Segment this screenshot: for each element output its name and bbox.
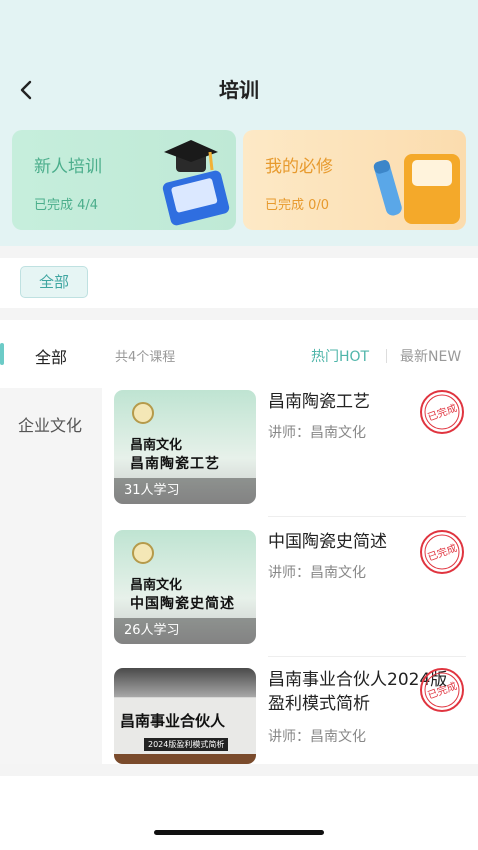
thumb-brand: 昌南文化 (130, 578, 183, 593)
thumb-title: 昌南陶瓷工艺 (130, 456, 220, 472)
new-hire-training-card[interactable]: 新人培训 已完成 4/4 (12, 130, 236, 230)
page-title: 培训 (219, 78, 259, 102)
completed-stamp-icon: 已完成 (420, 530, 464, 574)
selected-indicator (0, 343, 4, 365)
completed-stamp-icon: 已完成 (420, 390, 464, 434)
svg-text:已完成: 已完成 (426, 679, 459, 701)
logo-icon (132, 542, 154, 564)
sort-divider (386, 349, 387, 363)
logo-icon (132, 402, 154, 424)
course-thumbnail: 昌南文化 昌南陶瓷工艺 31人学习 (114, 390, 256, 504)
required-courses-card[interactable]: 我的必修 已完成 0/0 (243, 130, 466, 230)
section-divider (0, 308, 478, 320)
course-thumbnail: 昌南文化 中国陶瓷史简述 26人学习 (114, 530, 256, 644)
row-divider (268, 516, 466, 517)
course-count: 共4个课程 (115, 350, 176, 365)
course-thumbnail: 昌南事业合伙人 2024版盈利模式简析 (114, 668, 256, 764)
card-progress: 已完成 4/4 (34, 198, 99, 213)
sidebar-item-corporate-culture[interactable]: 企业文化 (18, 412, 82, 436)
course-item[interactable]: 昌南事业合伙人 2024版盈利模式简析 昌南事业合伙人 2024版盈利模式简析 讲… (114, 668, 466, 764)
course-teacher: 讲师：昌南文化 (268, 565, 366, 581)
course-teacher: 讲师：昌南文化 (268, 425, 366, 441)
card-progress: 已完成 0/0 (265, 198, 330, 213)
section-divider (0, 764, 478, 776)
svg-text:已完成: 已完成 (426, 541, 459, 563)
category-all[interactable]: 全部 (0, 338, 102, 374)
filter-chip-all[interactable]: 全部 (20, 266, 88, 298)
filter-row: 全部 (0, 258, 478, 308)
category-sidebar: 企业文化 (0, 388, 102, 764)
learner-count: 26人学习 (114, 618, 256, 644)
course-teacher: 讲师：昌南文化 (268, 729, 366, 745)
course-item[interactable]: 昌南文化 中国陶瓷史简述 26人学习 中国陶瓷史简述 讲师：昌南文化 已完成 (114, 530, 466, 646)
svg-text:已完成: 已完成 (426, 401, 459, 423)
notebook-pen-icon (373, 154, 460, 224)
completed-stamp-icon: 已完成 (420, 668, 464, 712)
thumb-subtitle: 2024版盈利模式简析 (144, 738, 229, 751)
sort-new-tab[interactable]: 最新NEW (400, 346, 461, 366)
graduation-book-icon (162, 140, 230, 226)
thumb-stripe (114, 754, 256, 764)
learner-count: 31人学习 (114, 478, 256, 504)
row-divider (268, 656, 466, 657)
thumb-title: 中国陶瓷史简述 (130, 596, 235, 612)
course-item[interactable]: 昌南文化 昌南陶瓷工艺 31人学习 昌南陶瓷工艺 讲师：昌南文化 已完成 (114, 390, 466, 506)
sort-hot-tab[interactable]: 热门HOT (311, 346, 369, 366)
navigation-bar: 培训 (0, 60, 478, 116)
section-divider (0, 246, 478, 258)
category-label: 全部 (35, 348, 68, 367)
card-title: 我的必修 (265, 157, 333, 177)
thumb-brand: 昌南文化 (130, 438, 183, 453)
thumb-title: 昌南事业合伙人 (120, 712, 226, 730)
home-indicator[interactable] (154, 830, 324, 835)
card-title: 新人培训 (34, 157, 102, 177)
